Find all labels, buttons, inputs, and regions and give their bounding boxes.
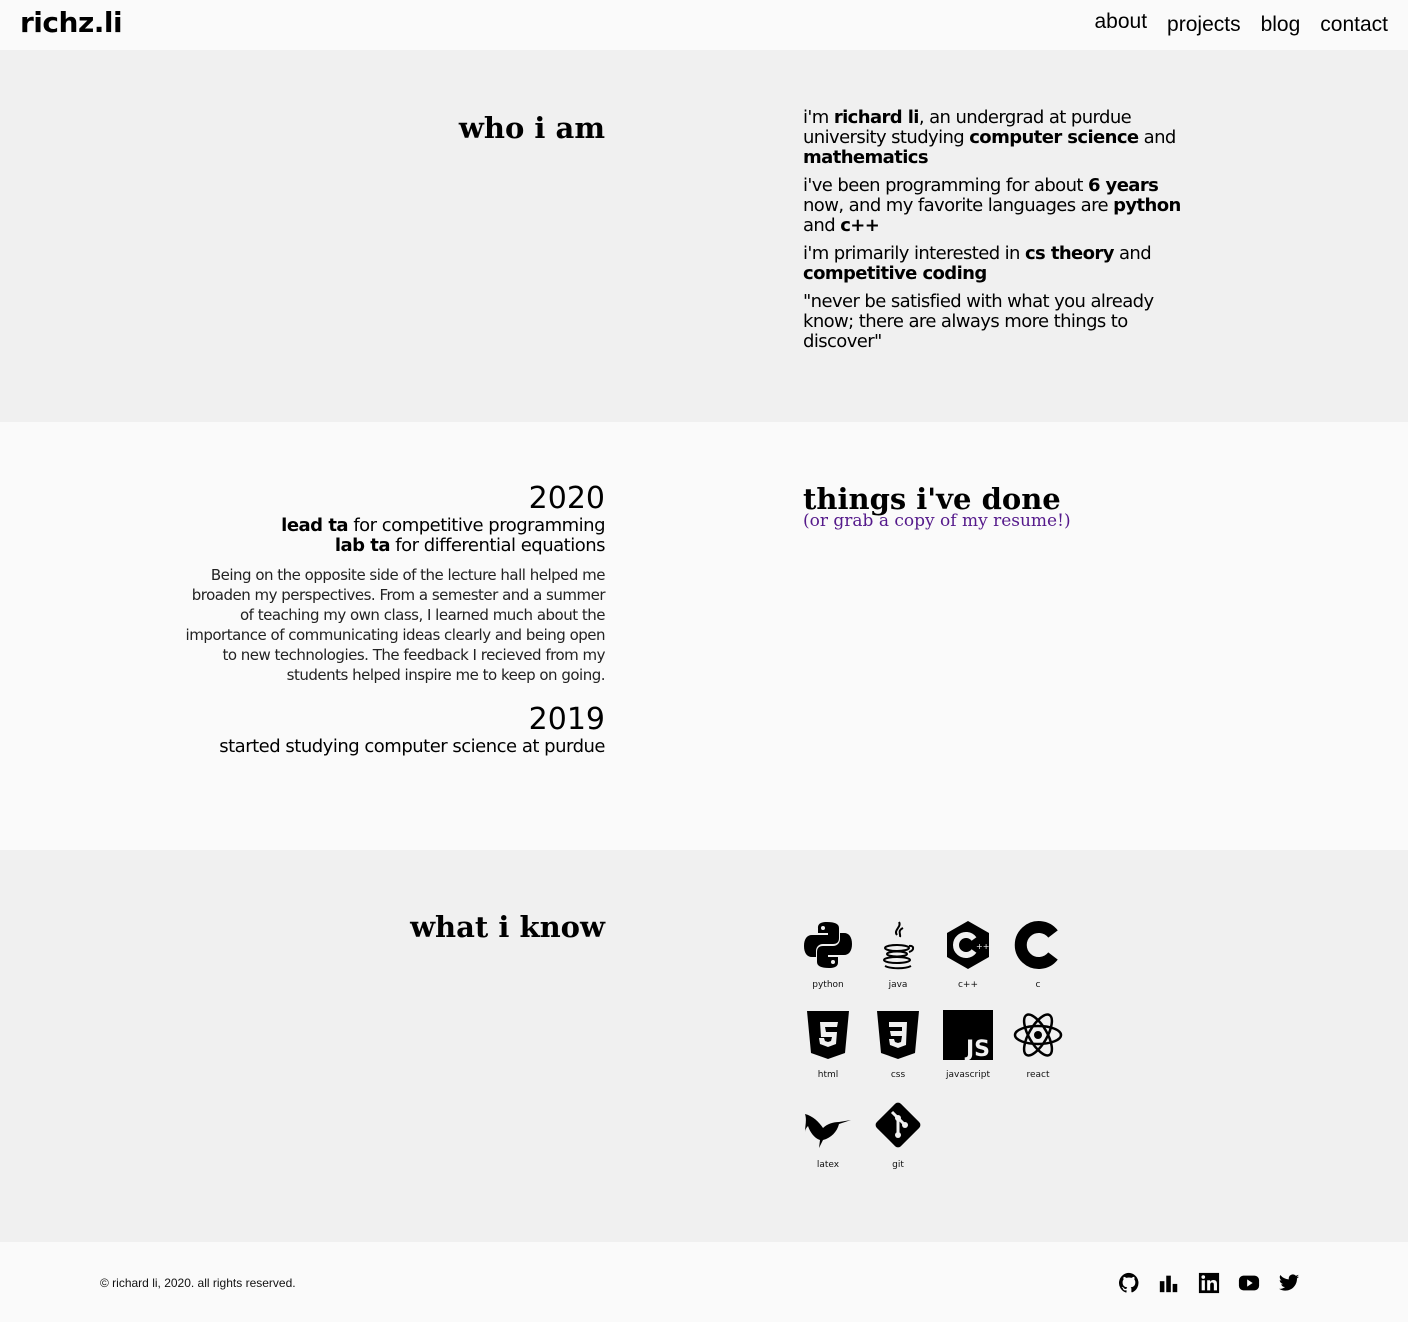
timeline-year: 2019 — [528, 702, 605, 737]
skill-tile-cplusplus: ++ c++ — [943, 920, 993, 990]
svg-text:JS: JS — [964, 1037, 990, 1060]
css3-icon — [873, 1010, 923, 1060]
nav-link-contact[interactable]: contact — [1320, 13, 1388, 50]
skill-tile-git: git — [873, 1100, 923, 1170]
site-logo[interactable]: richz.li — [20, 6, 123, 39]
linkedin-icon[interactable] — [1198, 1272, 1220, 1294]
about-text: i'm richard li, an undergrad at purdue u… — [803, 108, 1188, 360]
resume-link[interactable]: (or grab a copy of my resume!) — [803, 511, 1071, 531]
experience-section: 2020 lead ta for competitive programming… — [0, 422, 1408, 850]
about-paragraph-interests: i'm primarily interested in cs theory an… — [803, 243, 1152, 284]
svg-text:++: ++ — [976, 942, 989, 951]
stats-icon[interactable] — [1158, 1272, 1180, 1294]
timeline-role: lead ta for competitive programming — [281, 515, 605, 536]
skill-label: python — [812, 980, 844, 990]
about-section: who i am i'm richard li, an undergrad at… — [0, 50, 1408, 422]
social-links — [1118, 1272, 1318, 1294]
skill-tile-python: python — [803, 920, 853, 990]
java-icon — [873, 920, 923, 970]
javascript-icon: JS — [943, 1010, 993, 1060]
skill-label: c++ — [957, 980, 979, 990]
about-quote: "never be satisfied with what you alread… — [803, 291, 1154, 352]
skill-tile-html: html — [803, 1010, 853, 1080]
skill-tile-react: react — [1013, 1010, 1063, 1080]
react-icon — [1013, 1010, 1063, 1060]
about-paragraph-intro: i'm richard li, an undergrad at purdue u… — [803, 107, 1176, 168]
github-icon[interactable] — [1118, 1272, 1140, 1294]
skill-label: java — [888, 980, 908, 990]
python-icon — [803, 920, 853, 970]
top-navbar: richz.li about projects blog contact — [0, 0, 1408, 50]
nav-link-blog[interactable]: blog — [1261, 13, 1301, 50]
twitter-icon[interactable] — [1278, 1272, 1300, 1294]
cplusplus-icon: ++ — [943, 920, 993, 970]
site-footer: © richard li, 2020. all rights reserved. — [0, 1242, 1408, 1322]
skill-label: react — [1026, 1070, 1050, 1080]
nav-link-projects[interactable]: projects — [1167, 13, 1241, 50]
skill-tile-c: c — [1013, 920, 1063, 990]
html5-icon — [803, 1010, 853, 1060]
timeline-text: started studying computer science at pur… — [219, 736, 605, 757]
experience-timeline: 2020 lead ta for competitive programming… — [185, 481, 606, 757]
skills-section: what i know python java ++ c++ c html cs… — [0, 850, 1408, 1242]
nav-link-about[interactable]: about — [1094, 10, 1147, 50]
copyright-text: © richard li, 2020. all rights reserved. — [100, 1276, 296, 1290]
skill-label: css — [890, 1070, 906, 1080]
youtube-icon[interactable] — [1238, 1272, 1260, 1294]
skill-label: html — [817, 1070, 839, 1080]
skill-label: javascript — [946, 1070, 990, 1080]
skill-tile-java: java — [873, 920, 923, 990]
skill-tile-latex: latex — [803, 1100, 853, 1170]
about-heading: who i am — [458, 111, 605, 145]
latex-icon — [803, 1100, 853, 1150]
skill-tile-javascript: JS javascript — [943, 1010, 993, 1080]
timeline-year: 2020 — [528, 481, 605, 516]
skill-tile-css: css — [873, 1010, 923, 1080]
main-nav: about projects blog contact — [1074, 0, 1388, 50]
skill-label: latex — [816, 1160, 840, 1170]
about-paragraph-programming: i've been programming for about 6 years … — [803, 175, 1181, 236]
c-icon — [1013, 920, 1063, 970]
skill-label: git — [892, 1160, 904, 1170]
git-icon — [873, 1100, 923, 1150]
timeline-role: lab ta for differential equations — [334, 535, 606, 556]
timeline-description: Being on the opposite side of the lectur… — [185, 566, 606, 684]
skill-label: c — [1035, 980, 1041, 990]
skills-heading: what i know — [410, 910, 605, 944]
